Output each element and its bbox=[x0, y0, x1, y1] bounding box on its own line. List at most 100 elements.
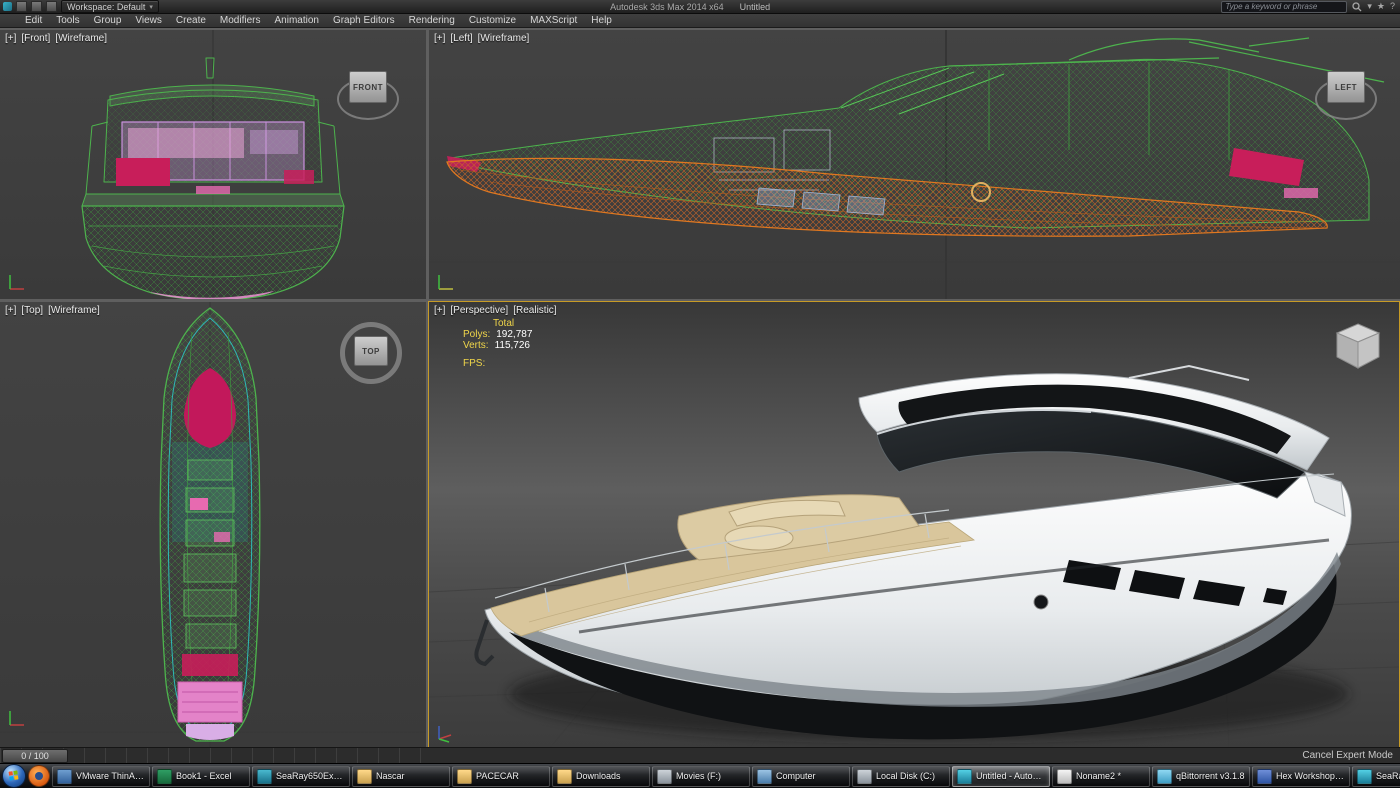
stats-verts-label: Verts: bbox=[463, 340, 489, 351]
menubar: Edit Tools Group Views Create Modifiers … bbox=[0, 14, 1400, 28]
time-slider-handle[interactable]: 0 / 100 bbox=[2, 749, 68, 763]
left-viewport-model[interactable] bbox=[429, 30, 1400, 299]
window-title: Autodesk 3ds Max 2014 x64 Untitled bbox=[163, 2, 1217, 12]
viewport-statistics: Total Polys:192,787 Verts:115,726 FPS: bbox=[463, 318, 532, 369]
viewport-menu-general[interactable]: [+] bbox=[434, 33, 445, 44]
start-button[interactable] bbox=[2, 764, 26, 788]
viewport-front-label: [+] [Front] [Wireframe] bbox=[5, 33, 112, 44]
stats-fps-label: FPS: bbox=[463, 358, 485, 369]
viewport-menu-shading[interactable]: [Realistic] bbox=[513, 305, 556, 316]
stats-polys-value: 192,787 bbox=[496, 329, 532, 340]
viewport-menu-general[interactable]: [+] bbox=[5, 305, 16, 316]
menu-tools[interactable]: Tools bbox=[49, 14, 86, 27]
taskbar-item-hex-workshop[interactable]: Hex Workshop - [... bbox=[1252, 766, 1350, 787]
taskbar-item-downloads[interactable]: Downloads bbox=[552, 766, 650, 787]
viewport-menu-shading[interactable]: [Wireframe] bbox=[55, 33, 107, 44]
time-slider-track[interactable]: 0 / 100 bbox=[0, 748, 427, 763]
firefox-icon[interactable] bbox=[28, 765, 50, 787]
taskbar-item-3dsmax-active[interactable]: Untitled - Autode... bbox=[952, 766, 1050, 787]
viewcube-face[interactable]: TOP bbox=[354, 336, 388, 366]
taskbar-item-qbittorrent[interactable]: qBittorrent v3.1.8 bbox=[1152, 766, 1250, 787]
taskbar-item-vmware[interactable]: VMware ThinApp... bbox=[52, 766, 150, 787]
taskbar-item-searay-file[interactable]: SeaRay650Express... bbox=[252, 766, 350, 787]
taskbar-item-computer[interactable]: Computer bbox=[752, 766, 850, 787]
3dsmax-file-icon bbox=[257, 769, 272, 784]
viewport-front[interactable]: [+] [Front] [Wireframe] bbox=[0, 30, 426, 299]
viewcube-face[interactable]: FRONT bbox=[349, 71, 387, 103]
windows-logo-icon bbox=[8, 770, 18, 780]
viewport-top-label: [+] [Top] [Wireframe] bbox=[5, 305, 105, 316]
viewport-menu-general[interactable]: [+] bbox=[5, 33, 16, 44]
app-icon[interactable] bbox=[3, 2, 12, 11]
axis-tripod bbox=[6, 707, 28, 729]
axis-tripod bbox=[435, 271, 457, 293]
menu-help[interactable]: Help bbox=[584, 14, 619, 27]
menu-graph-editors[interactable]: Graph Editors bbox=[326, 14, 402, 27]
open-file-icon[interactable] bbox=[31, 1, 42, 12]
viewport-menu-pov[interactable]: [Front] bbox=[21, 33, 50, 44]
viewport-menu-general[interactable]: [+] bbox=[434, 305, 445, 316]
menu-views[interactable]: Views bbox=[128, 14, 169, 27]
taskbar-item-pacecar[interactable]: PACECAR bbox=[452, 766, 550, 787]
excel-icon bbox=[157, 769, 172, 784]
menu-customize[interactable]: Customize bbox=[462, 14, 523, 27]
search-icon[interactable] bbox=[1352, 2, 1362, 12]
vmware-icon bbox=[57, 769, 72, 784]
menu-maxscript[interactable]: MAXScript bbox=[523, 14, 584, 27]
viewcube-front[interactable]: FRONT bbox=[336, 62, 400, 120]
drive-icon bbox=[857, 769, 872, 784]
viewcube-perspective[interactable] bbox=[1331, 320, 1385, 374]
3dsmax-window: Workspace: Default ▾ Autodesk 3ds Max 20… bbox=[0, 0, 1400, 788]
axis-tripod bbox=[435, 721, 457, 743]
menu-edit[interactable]: Edit bbox=[18, 14, 49, 27]
menu-group[interactable]: Group bbox=[87, 14, 129, 27]
taskbar-item-local-disk[interactable]: Local Disk (C:) bbox=[852, 766, 950, 787]
viewport-perspective[interactable]: [+] [Perspective] [Realistic] Total Polys:… bbox=[429, 302, 1399, 749]
stats-total-label: Total bbox=[493, 318, 514, 329]
viewport-menu-pov[interactable]: [Perspective] bbox=[450, 305, 508, 316]
save-file-icon[interactable] bbox=[46, 1, 57, 12]
menu-animation[interactable]: Animation bbox=[267, 14, 325, 27]
bottom-strip: 0 / 100 Cancel Expert Mode bbox=[0, 747, 1400, 763]
viewcube-face[interactable]: LEFT bbox=[1327, 71, 1365, 103]
qbittorrent-icon bbox=[1157, 769, 1172, 784]
cancel-expert-mode-button[interactable]: Cancel Expert Mode bbox=[1302, 750, 1393, 761]
app-title: Autodesk 3ds Max 2014 x64 bbox=[610, 2, 724, 12]
viewport-menu-pov[interactable]: [Left] bbox=[450, 33, 472, 44]
taskbar-item-movies[interactable]: Movies (F:) bbox=[652, 766, 750, 787]
taskbar-item-excel[interactable]: Book1 - Excel bbox=[152, 766, 250, 787]
perspective-viewport-model[interactable] bbox=[429, 302, 1399, 749]
3dsmax-icon bbox=[1357, 769, 1372, 784]
favorites-icon[interactable]: ★ bbox=[1377, 2, 1385, 11]
viewport-perspective-label: [+] [Perspective] [Realistic] bbox=[434, 305, 562, 316]
viewport-left-label: [+] [Left] [Wireframe] bbox=[434, 33, 534, 44]
viewport-menu-pov[interactable]: [Top] bbox=[21, 305, 43, 316]
viewport-left[interactable]: [+] [Left] [Wireframe] bbox=[429, 30, 1400, 299]
viewport-menu-shading[interactable]: [Wireframe] bbox=[478, 33, 530, 44]
help-icon[interactable]: ? bbox=[1390, 2, 1395, 11]
taskbar-item-noname2[interactable]: Noname2 * bbox=[1052, 766, 1150, 787]
menu-rendering[interactable]: Rendering bbox=[402, 14, 462, 27]
taskbar-item-searay-2[interactable]: SeaRay650Express... bbox=[1352, 766, 1400, 787]
viewcube-top[interactable]: TOP bbox=[340, 322, 402, 384]
taskbar-item-nascar[interactable]: Nascar bbox=[352, 766, 450, 787]
viewport-area: [+] [Front] [Wireframe] bbox=[0, 28, 1400, 763]
computer-icon bbox=[757, 769, 772, 784]
new-scene-icon[interactable] bbox=[16, 1, 27, 12]
taskbar: VMware ThinApp... Book1 - Excel SeaRay65… bbox=[0, 763, 1400, 788]
document-title: Untitled bbox=[740, 2, 771, 12]
viewcube-left[interactable]: LEFT bbox=[1314, 62, 1378, 120]
viewport-top[interactable]: [+] [Top] [Wireframe] bbox=[0, 302, 426, 749]
hex-workshop-icon bbox=[1257, 769, 1272, 784]
menu-create[interactable]: Create bbox=[169, 14, 213, 27]
3dsmax-icon bbox=[957, 769, 972, 784]
search-scope-dropdown-icon[interactable]: ▾ bbox=[1367, 2, 1372, 11]
infocenter: ▾ ★ ? bbox=[1221, 1, 1395, 13]
drive-icon bbox=[657, 769, 672, 784]
search-input[interactable] bbox=[1221, 1, 1347, 13]
menu-modifiers[interactable]: Modifiers bbox=[213, 14, 268, 27]
workspace-dropdown[interactable]: Workspace: Default ▾ bbox=[61, 0, 159, 13]
titlebar: Workspace: Default ▾ Autodesk 3ds Max 20… bbox=[0, 0, 1400, 14]
notepad-icon bbox=[1057, 769, 1072, 784]
viewport-menu-shading[interactable]: [Wireframe] bbox=[48, 305, 100, 316]
